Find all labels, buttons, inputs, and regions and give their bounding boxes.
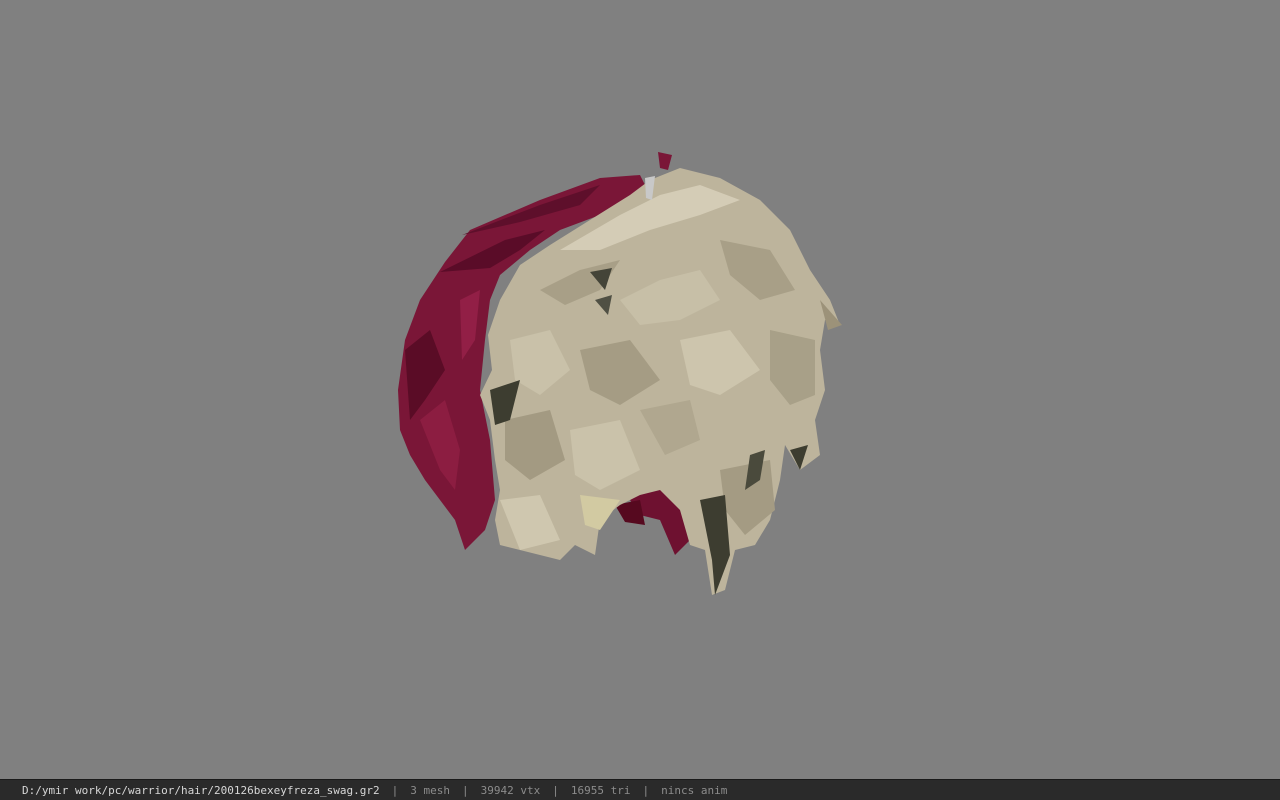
status-bar: D:/ymir work/pc/warrior/hair/200126bexey… bbox=[0, 779, 1280, 800]
3d-viewport[interactable] bbox=[0, 0, 1280, 779]
animation-status-label: nincs anim bbox=[661, 783, 728, 797]
status-separator: | bbox=[552, 783, 559, 797]
file-path-label: D:/ymir work/pc/warrior/hair/200126bexey… bbox=[22, 783, 380, 797]
hair-model-render bbox=[398, 152, 842, 595]
mesh-count-label: 3 mesh bbox=[410, 783, 450, 797]
triangle-count-label: 16955 tri bbox=[570, 783, 631, 797]
status-separator: | bbox=[391, 783, 399, 797]
vertex-count-label: 39942 vtx bbox=[480, 783, 541, 797]
status-separator: | bbox=[642, 783, 650, 797]
status-separator: | bbox=[462, 783, 469, 797]
